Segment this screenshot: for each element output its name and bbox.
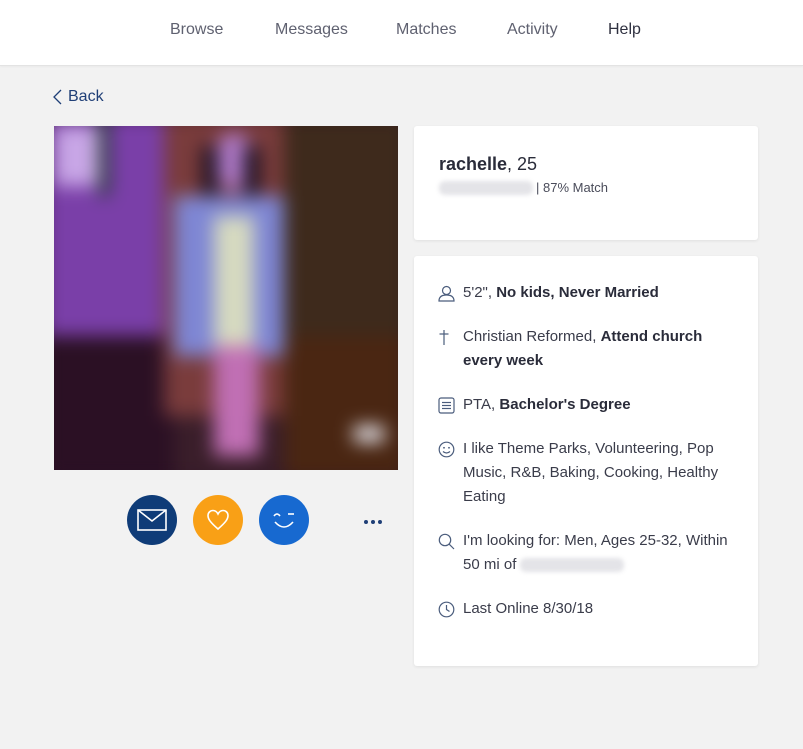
more-dot bbox=[371, 520, 375, 524]
nav-matches[interactable]: Matches bbox=[396, 21, 456, 39]
photo-image bbox=[54, 126, 398, 470]
person-icon bbox=[438, 281, 463, 305]
detail-basics-bold: No kids, Never Married bbox=[496, 284, 659, 301]
back-link[interactable]: Back bbox=[53, 88, 104, 106]
detail-religion-normal: Christian Reformed, bbox=[463, 328, 601, 345]
nav-activity[interactable]: Activity bbox=[507, 21, 558, 39]
nav-browse[interactable]: Browse bbox=[170, 21, 223, 39]
chevron-left-icon bbox=[53, 89, 62, 105]
detail-last-online-text: Last Online 8/30/18 bbox=[463, 600, 594, 617]
match-percent: | 87% Match bbox=[536, 180, 609, 195]
clock-icon bbox=[438, 597, 463, 621]
nav-help[interactable]: Help bbox=[608, 21, 641, 39]
detail-looking-for: I'm looking for: Men, Ages 25-32, Within… bbox=[438, 529, 738, 577]
envelope-icon bbox=[137, 509, 167, 531]
detail-basics: 5'2", No kids, Never Married bbox=[438, 281, 738, 305]
profile-age: , 25 bbox=[507, 154, 538, 174]
back-label: Back bbox=[68, 88, 104, 105]
detail-last-online: Last Online 8/30/18 bbox=[438, 597, 738, 621]
detail-interests: I like Theme Parks, Volunteering, Pop Mu… bbox=[438, 437, 738, 509]
more-dots-icon bbox=[364, 520, 368, 524]
detail-basics-normal: 5'2", bbox=[463, 284, 497, 301]
wink-button[interactable] bbox=[259, 495, 309, 545]
wink-icon bbox=[273, 513, 294, 528]
detail-education: PTA, Bachelor's Degree bbox=[438, 393, 738, 417]
profile-name: rachelle bbox=[439, 154, 508, 174]
profile-name-age: rachelle, 25 bbox=[439, 154, 537, 175]
nav-messages[interactable]: Messages bbox=[275, 21, 348, 39]
detail-education-bold: Bachelor's Degree bbox=[499, 396, 631, 413]
more-options-button[interactable] bbox=[359, 510, 387, 534]
profile-photo[interactable] bbox=[54, 126, 398, 470]
message-button[interactable] bbox=[127, 495, 177, 545]
blurred-location bbox=[520, 558, 625, 573]
document-icon bbox=[438, 393, 463, 417]
profile-subline: | 87% Match bbox=[439, 180, 608, 195]
cross-icon bbox=[438, 325, 463, 349]
smiley-icon bbox=[438, 437, 463, 461]
search-icon bbox=[438, 529, 463, 553]
profile-summary-card: rachelle, 25 | 87% Match bbox=[414, 126, 758, 240]
blurred-location bbox=[439, 180, 533, 195]
like-button[interactable] bbox=[193, 495, 243, 545]
detail-education-normal: PTA, bbox=[463, 396, 500, 413]
detail-religion: Christian Reformed, Attend church every … bbox=[438, 325, 738, 373]
profile-details-card: 5'2", No kids, Never Married Christian R… bbox=[414, 256, 758, 666]
more-dot bbox=[378, 520, 382, 524]
top-navigation: Browse Messages Matches Activity Help bbox=[0, 0, 803, 66]
detail-interests-text: I like Theme Parks, Volunteering, Pop Mu… bbox=[463, 440, 719, 505]
heart-icon bbox=[207, 509, 229, 531]
